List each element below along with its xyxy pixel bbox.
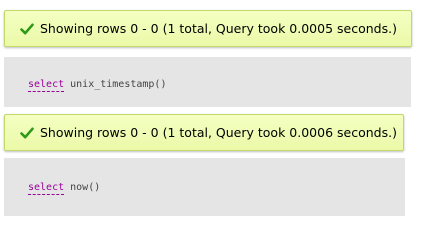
success-message: Showing rows 0 - 0 (1 total, Query took …: [4, 10, 412, 47]
sql-query-line: select unix_timestamp(): [28, 79, 167, 92]
sql-query-rest: now(): [64, 182, 101, 193]
sql-query-box: select now(): [4, 158, 405, 216]
check-icon: [20, 127, 34, 138]
check-icon: [20, 23, 34, 34]
sql-query-rest: unix_timestamp(): [64, 79, 167, 90]
success-message-text: Showing rows 0 - 0 (1 total, Query took …: [40, 125, 397, 140]
sql-keyword-select[interactable]: select: [28, 182, 65, 195]
sql-results-panel: Showing rows 0 - 0 (1 total, Query took …: [0, 0, 431, 224]
sql-keyword-select[interactable]: select: [28, 79, 65, 92]
success-message: Showing rows 0 - 0 (1 total, Query took …: [4, 114, 404, 151]
success-message-text: Showing rows 0 - 0 (1 total, Query took …: [40, 21, 397, 36]
sql-query-line: select now(): [28, 182, 101, 195]
sql-query-box: select unix_timestamp(): [4, 57, 411, 107]
